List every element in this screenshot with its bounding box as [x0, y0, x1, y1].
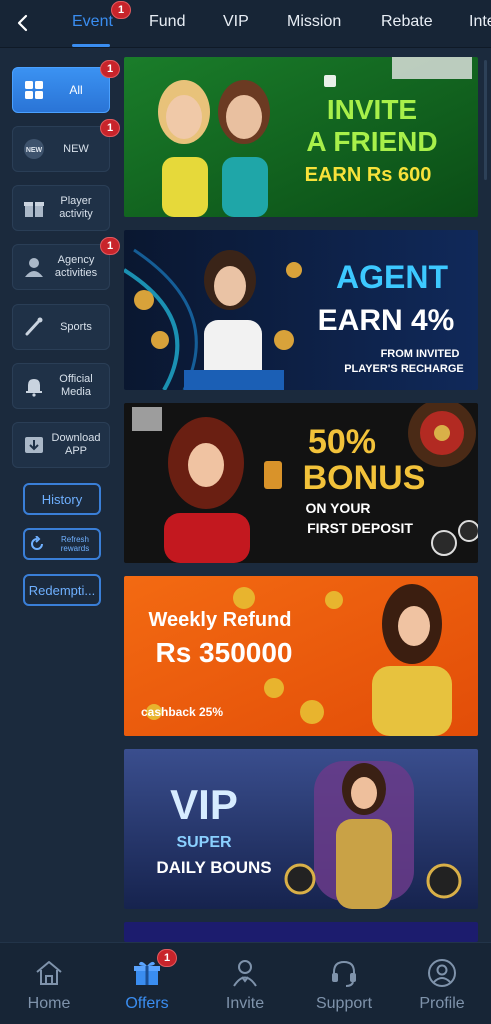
banner-vip-daily-bonus[interactable]: VIP SUPER DAILY BOUNS [124, 749, 478, 909]
tab-integral[interactable]: Inte [469, 13, 491, 31]
banner-refund-line3: cashback 25% [141, 705, 223, 719]
sidebar-item-player-activity[interactable]: Player activity [12, 185, 110, 231]
nav-invite[interactable]: Invite [205, 957, 285, 1017]
sidebar-item-label: All [69, 82, 83, 97]
nav-offers-label: Offers [125, 995, 169, 1012]
banner-vip-line3: DAILY BOUNS [156, 858, 271, 877]
tab-fund[interactable]: Fund [149, 13, 185, 31]
nav-profile[interactable]: Profile [402, 957, 482, 1017]
refresh-icon [31, 536, 43, 550]
tab-event-badge: 1 [111, 1, 131, 19]
banner-partial[interactable] [124, 922, 478, 942]
invite-icon [233, 960, 257, 987]
banner-bonus-line2: BONUS [303, 459, 426, 497]
top-tab-bar: Event 1 Fund VIP Mission Rebate Inte [0, 0, 491, 48]
redemption-button[interactable]: Redempti... [23, 574, 101, 606]
nav-profile-label: Profile [419, 995, 465, 1012]
banner-invite-line2: A FRIEND [306, 126, 437, 157]
banner-invite-line3: EARN Rs 600 [305, 164, 432, 186]
profile-icon [428, 959, 456, 987]
sidebar-item-agency-activities[interactable]: Agency activities [12, 244, 110, 290]
back-arrow-icon [17, 14, 28, 32]
sidebar-new-badge: 1 [100, 119, 120, 137]
nav-support-label: Support [315, 995, 373, 1012]
new-icon: NEW [21, 136, 47, 162]
nav-offers[interactable]: Offers [107, 957, 187, 1017]
sidebar-all-badge: 1 [100, 60, 120, 78]
banner-invite-friend[interactable]: INVITE A FRIEND EARN Rs 600 [124, 57, 478, 217]
refresh-rewards-button[interactable]: Refresh rewards [23, 528, 101, 560]
sidebar-item-download-app[interactable]: Download APP [12, 422, 110, 468]
banner-bonus-line4: FIRST DEPOSIT [307, 520, 413, 536]
sidebar-item-label: Download APP [51, 432, 101, 457]
sidebar-item-label: Agency activities [54, 254, 98, 279]
nav-home[interactable]: Home [9, 957, 89, 1017]
tab-rebate[interactable]: Rebate [381, 13, 433, 31]
headset-icon [332, 960, 356, 987]
history-button[interactable]: History [23, 483, 101, 515]
sidebar-item-new[interactable]: NEW NEW [12, 126, 110, 172]
banner-agent-line4: PLAYER'S RECHARGE [344, 363, 464, 375]
bottom-nav: Home Offers 1 Invite Support Profile [0, 942, 491, 1024]
banner-agent-line2: EARN 4% [318, 304, 455, 337]
nav-offers-badge: 1 [157, 949, 177, 967]
sidebar-item-label: Sports [60, 320, 92, 333]
tab-event[interactable]: Event [72, 13, 113, 31]
download-icon [21, 432, 47, 458]
bell-icon [21, 373, 47, 399]
banner-refund-line2: Rs 350000 [155, 637, 292, 668]
banner-vip-line2: SUPER [176, 834, 232, 851]
nav-home-label: Home [27, 995, 71, 1012]
banner-bonus-line3: ON YOUR [305, 500, 370, 516]
agent-icon [21, 254, 47, 280]
banner-agent[interactable]: AGENT EARN 4% FROM INVITED PLAYER'S RECH… [124, 230, 478, 390]
sidebar-item-all[interactable]: All [12, 67, 110, 113]
banner-invite-line1: INVITE [327, 94, 417, 125]
sidebar-item-sports[interactable]: Sports [12, 304, 110, 350]
scrollbar[interactable] [484, 60, 487, 180]
grid-icon [21, 77, 47, 103]
nav-support[interactable]: Support [304, 957, 384, 1017]
sidebar-item-label: Player activity [59, 195, 93, 220]
tab-mission[interactable]: Mission [287, 13, 341, 31]
active-tab-indicator [72, 44, 110, 47]
banner-refund-line1: Weekly Refund [149, 609, 292, 631]
sidebar-item-official-media[interactable]: Official Media [12, 363, 110, 409]
sidebar-agency-badge: 1 [100, 237, 120, 255]
back-button[interactable] [8, 8, 38, 38]
tab-vip[interactable]: VIP [223, 13, 249, 31]
svg-text:NEW: NEW [26, 147, 43, 154]
banner-agent-line1: AGENT [336, 259, 448, 295]
banner-weekly-refund[interactable]: Weekly Refund Rs 350000 cashback 25% [124, 576, 478, 736]
banner-vip-line1: VIP [170, 781, 238, 828]
refresh-rewards-label: Refresh rewards [60, 535, 90, 553]
sidebar-item-label: Official Media [59, 373, 93, 398]
sidebar-item-label: NEW [63, 142, 89, 155]
banner-first-deposit-bonus[interactable]: 50% BONUS ON YOUR FIRST DEPOSIT [124, 403, 478, 563]
banner-agent-line3: FROM INVITED [381, 348, 460, 360]
nav-invite-label: Invite [225, 995, 265, 1012]
gift-icon [21, 195, 47, 221]
banner-bonus-line1: 50% [308, 423, 376, 461]
home-icon [36, 961, 62, 985]
sports-icon [21, 314, 47, 340]
